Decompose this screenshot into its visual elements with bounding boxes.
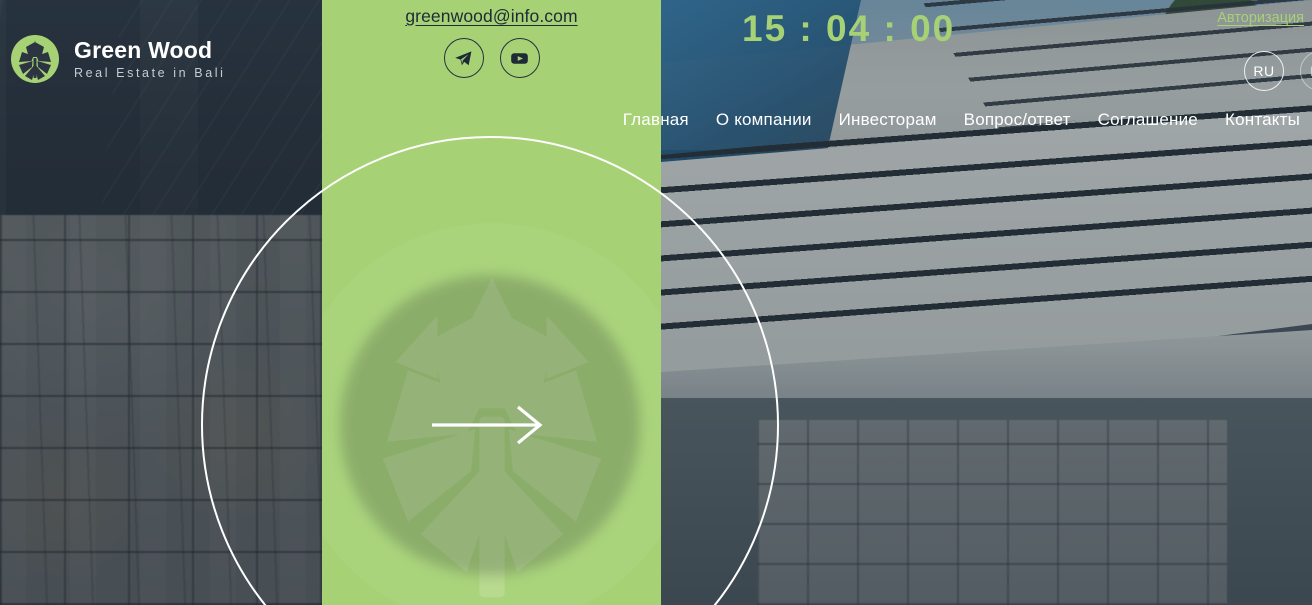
- email-link[interactable]: greenwood@info.com: [405, 6, 577, 27]
- telegram-button[interactable]: [443, 38, 484, 78]
- language-option-en[interactable]: EN: [1300, 51, 1312, 91]
- nav-item-agreement[interactable]: Соглашение: [1098, 110, 1198, 130]
- page-root: Green Wood Real Estate in Bali greenwood…: [0, 0, 1312, 605]
- brand-logo[interactable]: Green Wood Real Estate in Bali: [10, 34, 226, 84]
- youtube-icon: [511, 52, 528, 64]
- youtube-button[interactable]: [499, 38, 540, 78]
- nav-item-contacts[interactable]: Контакты: [1225, 110, 1300, 130]
- brand-name: Green Wood: [74, 37, 213, 64]
- main-navigation: Главная О компании Инвесторам Вопрос/отв…: [623, 110, 1300, 130]
- brand-tagline: Real Estate in Bali: [74, 65, 226, 80]
- tree-in-circle-logo-icon: [11, 35, 59, 83]
- language-option-ru[interactable]: RU: [1244, 51, 1284, 91]
- nav-item-home[interactable]: Главная: [623, 110, 689, 130]
- nav-item-about[interactable]: О компании: [716, 110, 812, 130]
- telegram-icon: [455, 50, 472, 65]
- language-switcher: RU EN: [1244, 51, 1312, 91]
- social-links: [322, 38, 661, 78]
- contact-block: greenwood@info.com: [322, 0, 661, 78]
- countdown-timer: 15 : 04 : 00: [742, 8, 956, 49]
- nav-item-faq[interactable]: Вопрос/ответ: [964, 110, 1071, 130]
- nav-item-investors[interactable]: Инвесторам: [839, 110, 937, 130]
- arrow-right-icon[interactable]: [430, 405, 550, 445]
- authorization-link[interactable]: Авторизация: [1217, 10, 1304, 26]
